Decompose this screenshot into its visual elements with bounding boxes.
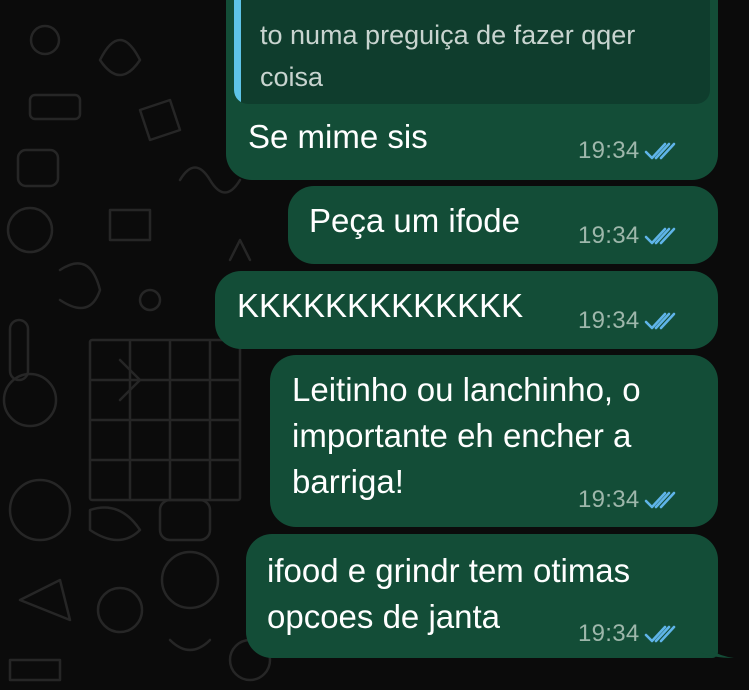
double-check-read-icon	[644, 625, 675, 643]
reply-quote-text: to numa preguiça de fazer qqer coisa	[260, 20, 636, 92]
message-time: 19:34	[578, 486, 640, 513]
message-text: ifood e grindr tem otimas opcoes de jant…	[267, 552, 631, 635]
double-check-read-icon	[644, 491, 675, 509]
message-text: KKKKKKKKKKKKK	[237, 287, 524, 324]
reply-quote[interactable]: to numa preguiça de fazer qqer coisa	[234, 0, 710, 104]
message-time: 19:34	[578, 222, 640, 249]
message-text: Se mime sis	[248, 118, 428, 155]
message-text: Leitinho ou lanchinho, o importante eh e…	[292, 371, 641, 500]
reply-quote-accent-bar	[234, 0, 241, 104]
message-bubble[interactable]: KKKKKKKKKKKKK 19:34	[215, 271, 718, 349]
message-time: 19:34	[578, 307, 640, 334]
message-time: 19:34	[578, 620, 640, 647]
message-meta: 19:34	[578, 620, 680, 648]
message-bubble[interactable]: Peça um ifode 19:34	[288, 186, 718, 264]
message-bubble[interactable]: to numa preguiça de fazer qqer coisa Se …	[226, 0, 718, 180]
message-meta: 19:34	[578, 486, 680, 514]
message-time: 19:34	[578, 137, 640, 164]
message-meta: 19:34	[578, 137, 680, 165]
message-meta: 19:34	[578, 307, 680, 335]
message-bubble[interactable]: Leitinho ou lanchinho, o importante eh e…	[270, 355, 718, 527]
message-text: Peça um ifode	[309, 202, 520, 239]
double-check-read-icon	[644, 142, 675, 160]
bubble-tail	[700, 636, 734, 658]
message-bubble[interactable]: ifood e grindr tem otimas opcoes de jant…	[246, 534, 718, 658]
double-check-read-icon	[644, 227, 675, 245]
double-check-read-icon	[644, 312, 675, 330]
message-meta: 19:34	[578, 222, 680, 250]
